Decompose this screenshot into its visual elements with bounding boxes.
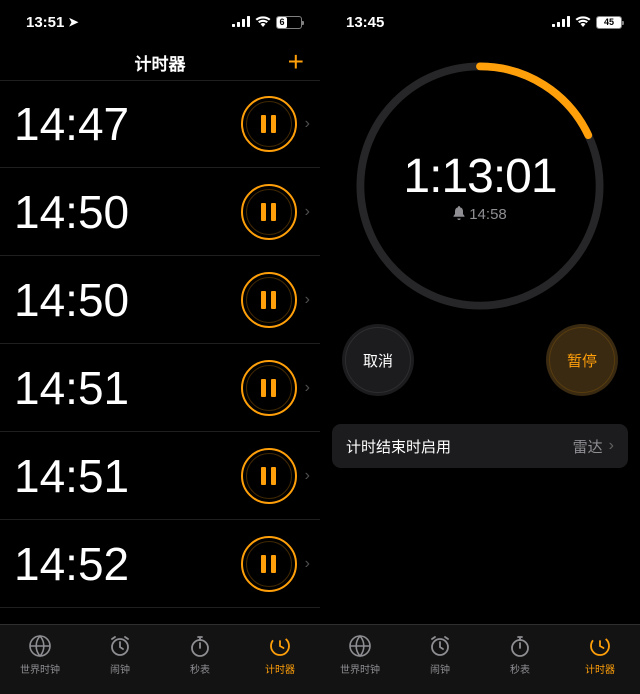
timer-row[interactable]: 14:51 ›	[0, 344, 320, 432]
stopwatch-icon	[507, 633, 533, 659]
timer-list: 14:47 › 14:50 › 14:50 › 14:51 › 14:51 › 14:52 ›	[0, 80, 320, 624]
tab-label: 秒表	[190, 661, 210, 676]
location-icon: ➤	[68, 15, 78, 29]
world-clock-icon	[27, 633, 53, 659]
tab-bar-left: 世界时钟 闹钟 秒表 计时器	[0, 624, 320, 694]
tab-label: 闹钟	[110, 661, 130, 676]
timer-row[interactable]: 14:50 ›	[0, 168, 320, 256]
battery-level: 6	[277, 17, 287, 28]
timer-time: 14:51	[14, 449, 241, 503]
timer-row[interactable]: 14:52 ›	[0, 520, 320, 608]
countdown-end-time: 14:58	[453, 206, 507, 224]
phone-right: 13:45 45 1:13:01	[320, 0, 640, 694]
chevron-right-icon: ›	[305, 291, 310, 309]
when-timer-ends-row[interactable]: 计时结束时启用 雷达 ›	[332, 424, 628, 468]
wifi-icon	[575, 14, 591, 31]
tab-stopwatch[interactable]: 秒表	[160, 625, 240, 684]
chevron-right-icon: ›	[305, 115, 310, 133]
timer-row[interactable]: 14:50 ›	[0, 256, 320, 344]
chevron-right-icon: ›	[609, 437, 614, 455]
page-title: 计时器	[135, 50, 186, 75]
tab-stopwatch[interactable]: 秒表	[480, 625, 560, 684]
pause-timer-button[interactable]	[241, 448, 297, 504]
world-clock-icon	[347, 633, 373, 659]
timer-time: 14:47	[14, 97, 241, 151]
status-bar: 13:45 45	[320, 0, 640, 44]
tab-label: 世界时钟	[340, 661, 380, 676]
battery-level: 45	[597, 17, 621, 28]
cancel-button[interactable]: 取消	[342, 324, 414, 396]
pause-icon	[261, 379, 276, 397]
signal-icon	[232, 14, 250, 31]
pause-button[interactable]: 暂停	[546, 324, 618, 396]
pause-timer-button[interactable]	[241, 272, 297, 328]
tab-timer[interactable]: 计时器	[240, 625, 320, 684]
pause-icon	[261, 203, 276, 221]
chevron-right-icon: ›	[305, 555, 310, 573]
status-time: 13:51	[26, 14, 64, 31]
timer-icon	[267, 633, 293, 659]
pause-timer-button[interactable]	[241, 536, 297, 592]
alarm-icon	[107, 633, 133, 659]
timer-time: 14:50	[14, 185, 241, 239]
tab-world-clock[interactable]: 世界时钟	[0, 625, 80, 684]
sound-label: 计时结束时启用	[346, 436, 573, 457]
timer-time: 14:52	[14, 537, 241, 591]
countdown-remaining: 1:13:01	[403, 149, 556, 204]
tab-label: 计时器	[265, 661, 295, 676]
chevron-right-icon: ›	[305, 467, 310, 485]
tab-label: 世界时钟	[20, 661, 60, 676]
tab-label: 秒表	[510, 661, 530, 676]
page-header: 计时器 +	[0, 44, 320, 80]
pause-icon	[261, 467, 276, 485]
stopwatch-icon	[187, 633, 213, 659]
status-time: 13:45	[346, 14, 384, 31]
alarm-icon	[427, 633, 453, 659]
chevron-right-icon: ›	[305, 203, 310, 221]
timer-time: 14:50	[14, 273, 241, 327]
tab-alarm[interactable]: 闹钟	[400, 625, 480, 684]
timer-row[interactable]: 14:47 ›	[0, 80, 320, 168]
pause-timer-button[interactable]	[241, 96, 297, 152]
timer-row[interactable]: 14:51 ›	[0, 432, 320, 520]
tab-label: 计时器	[585, 661, 615, 676]
battery-indicator: 6	[276, 16, 302, 29]
battery-indicator: 45	[596, 16, 622, 29]
phone-left: 13:51 ➤ 6 计时器 + 14:47 › 14:50 › 14:50 › 14:51 ›…	[0, 0, 320, 694]
status-bar: 13:51 ➤ 6	[0, 0, 320, 44]
bell-icon	[453, 206, 465, 224]
pause-timer-button[interactable]	[241, 184, 297, 240]
signal-icon	[552, 14, 570, 31]
tab-world-clock[interactable]: 世界时钟	[320, 625, 400, 684]
countdown-area: 1:13:01 14:58 取消 暂停 计时结束时启用 雷达 ›	[320, 44, 640, 624]
pause-icon	[261, 291, 276, 309]
pause-timer-button[interactable]	[241, 360, 297, 416]
pause-icon	[261, 555, 276, 573]
timer-time: 14:51	[14, 361, 241, 415]
tab-label: 闹钟	[430, 661, 450, 676]
tab-alarm[interactable]: 闹钟	[80, 625, 160, 684]
add-timer-button[interactable]: +	[288, 48, 304, 76]
timer-icon	[587, 633, 613, 659]
countdown-dial: 1:13:01 14:58	[350, 56, 610, 316]
tab-timer[interactable]: 计时器	[560, 625, 640, 684]
tab-bar-right: 世界时钟 闹钟 秒表 计时器	[320, 624, 640, 694]
wifi-icon	[255, 14, 271, 31]
pause-icon	[261, 115, 276, 133]
sound-value: 雷达	[573, 436, 603, 457]
chevron-right-icon: ›	[305, 379, 310, 397]
